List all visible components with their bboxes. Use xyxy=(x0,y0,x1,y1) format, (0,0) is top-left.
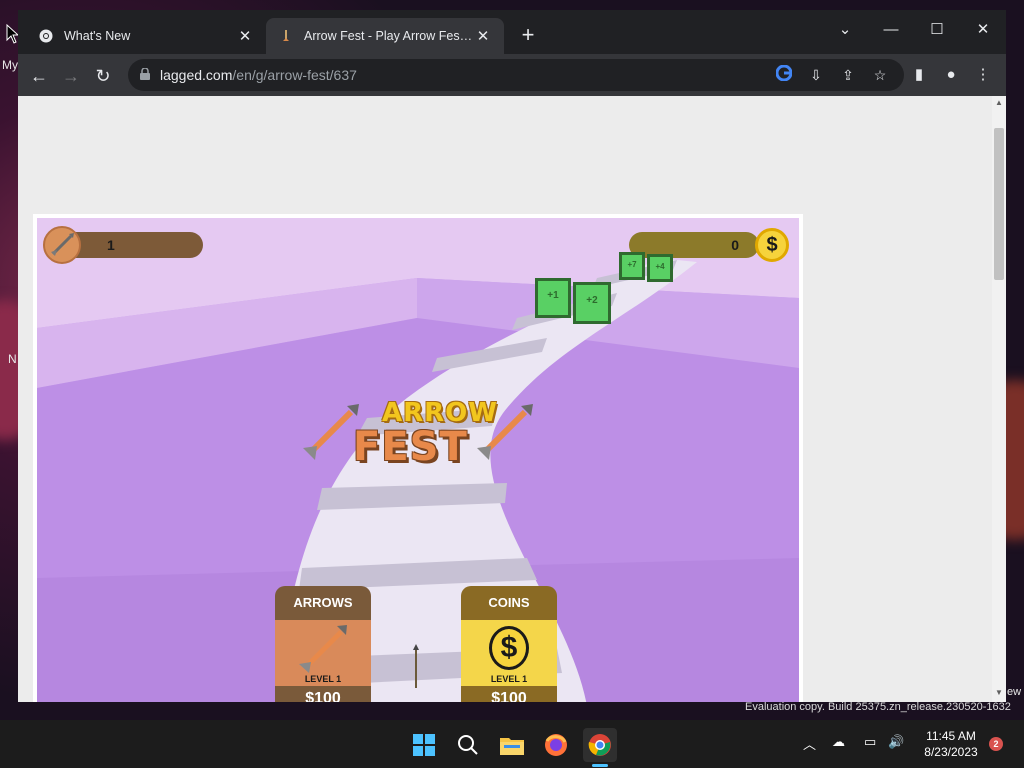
chrome-taskbar-icon[interactable] xyxy=(583,728,617,762)
back-button[interactable]: ← xyxy=(26,63,52,89)
close-window-button[interactable]: ✕ xyxy=(960,16,1006,44)
url-path: /en/g/arrow-fest/637 xyxy=(232,67,357,83)
scroll-up-icon[interactable]: ▲ xyxy=(994,98,1004,110)
file-explorer-icon[interactable] xyxy=(495,728,529,762)
card-title: ARROWS xyxy=(275,586,371,620)
scroll-down-icon[interactable]: ▼ xyxy=(994,688,1004,700)
share-icon[interactable]: ⇪ xyxy=(838,65,858,85)
arrow-fest-icon xyxy=(278,28,294,44)
taskbar: ︿ ☁ ▭ 🔊 11:45 AM 8/23/2023 xyxy=(0,720,1024,768)
close-tab-icon[interactable]: ✕ xyxy=(236,27,254,45)
firefox-icon[interactable] xyxy=(539,728,573,762)
gate-plus-4: +4 xyxy=(647,254,673,282)
coin-count: 0 xyxy=(731,237,739,253)
gate-plus-2: +2 xyxy=(573,282,611,324)
windows-start-icon[interactable] xyxy=(407,728,441,762)
tab-arrow-fest[interactable]: Arrow Fest - Play Arrow Fest Game Online… xyxy=(266,18,504,54)
desktop-side-text: ew xyxy=(1007,686,1022,698)
card-level: LEVEL 1 xyxy=(490,674,528,684)
minimize-button[interactable]: — xyxy=(868,16,914,44)
mouse-cursor-icon xyxy=(6,24,18,44)
card-level: LEVEL 1 xyxy=(304,674,342,684)
lock-icon[interactable] xyxy=(140,68,150,80)
notification-badge[interactable]: 2 xyxy=(989,737,1003,751)
dollar-coin-icon: $ xyxy=(489,626,529,670)
scrollbar[interactable]: ▲ ▼ xyxy=(992,96,1006,702)
arrows-upgrade-card[interactable]: ARROWS LEVEL 1 $100 xyxy=(275,586,371,702)
arrow-count: 1 xyxy=(107,237,115,253)
desktop-icon-label[interactable]: My xyxy=(2,58,18,72)
chrome-icon xyxy=(38,28,54,44)
tab-title: What's New xyxy=(64,29,131,43)
tab-search-icon[interactable]: ⌄ xyxy=(822,16,868,44)
card-price: $100 xyxy=(461,686,557,702)
search-icon[interactable] xyxy=(451,728,485,762)
reload-button[interactable]: ↻ xyxy=(90,63,116,89)
maximize-button[interactable]: ☐ xyxy=(914,16,960,44)
player-arrow-icon xyxy=(413,644,419,688)
arrow-icon xyxy=(43,226,81,264)
onedrive-icon[interactable]: ☁ xyxy=(832,734,845,750)
browser-window: What's New ✕ Arrow Fest - Play Arrow Fes… xyxy=(18,10,1006,702)
evaluation-watermark: Evaluation copy. Build 25375.zn_release.… xyxy=(745,701,1011,713)
install-app-icon[interactable]: ⇩ xyxy=(806,65,826,85)
google-icon[interactable] xyxy=(774,64,794,85)
coins-upgrade-card[interactable]: COINS $ LEVEL 1 $100 xyxy=(461,586,557,702)
clock[interactable]: 11:45 AM 8/23/2023 xyxy=(918,728,984,760)
game-canvas[interactable]: 1 0 $ +1 +2 +7 +4 ARROW FEST ARROWS LEVE… xyxy=(33,214,803,702)
menu-kebab-icon[interactable]: ⋮ xyxy=(972,64,994,86)
tab-title: Arrow Fest - Play Arrow Fest Game Online xyxy=(304,29,474,43)
address-bar[interactable]: lagged.com/en/g/arrow-fest/637 ⇩ ⇪ ☆ xyxy=(128,59,904,91)
url-host: lagged.com xyxy=(160,67,233,83)
bookmark-star-icon[interactable]: ☆ xyxy=(870,65,890,85)
dollar-coin-icon: $ xyxy=(755,228,789,262)
gate-plus-7: +7 xyxy=(619,252,645,280)
volume-icon[interactable]: 🔊 xyxy=(888,734,904,750)
card-title: COINS xyxy=(461,586,557,620)
profile-icon[interactable]: ● xyxy=(940,64,962,86)
card-price: $100 xyxy=(275,686,371,702)
close-tab-icon[interactable]: ✕ xyxy=(474,27,492,45)
arrow-upgrade-icon xyxy=(299,625,347,673)
tab-strip: What's New ✕ Arrow Fest - Play Arrow Fes… xyxy=(18,10,1006,54)
tab-whats-new[interactable]: What's New ✕ xyxy=(26,18,266,54)
side-panel-icon[interactable]: ▮ xyxy=(908,64,930,86)
new-tab-button[interactable]: + xyxy=(516,24,540,48)
chevron-up-icon[interactable]: ︿ xyxy=(803,734,816,753)
clock-date: 8/23/2023 xyxy=(924,745,978,759)
desktop-icon-label[interactable]: N xyxy=(8,352,17,366)
url-text: lagged.com/en/g/arrow-fest/637 xyxy=(160,67,357,83)
gate-plus-1: +1 xyxy=(535,278,571,318)
clock-time: 11:45 AM xyxy=(926,729,976,743)
logo-title-fest: FEST xyxy=(353,424,468,470)
page-viewport: ▲ ▼ 1 0 $ +1 +2 +7 +4 ARROW FEST ARROWS … xyxy=(18,96,1006,702)
network-icon[interactable]: ▭ xyxy=(864,734,876,750)
browser-toolbar: ← → ↻ lagged.com/en/g/arrow-fest/637 ⇩ ⇪… xyxy=(18,54,1006,96)
logo-left-arrow-icon xyxy=(303,404,359,460)
active-app-indicator xyxy=(592,764,608,767)
forward-button[interactable]: → xyxy=(58,63,84,89)
scrollbar-thumb[interactable] xyxy=(994,128,1004,280)
